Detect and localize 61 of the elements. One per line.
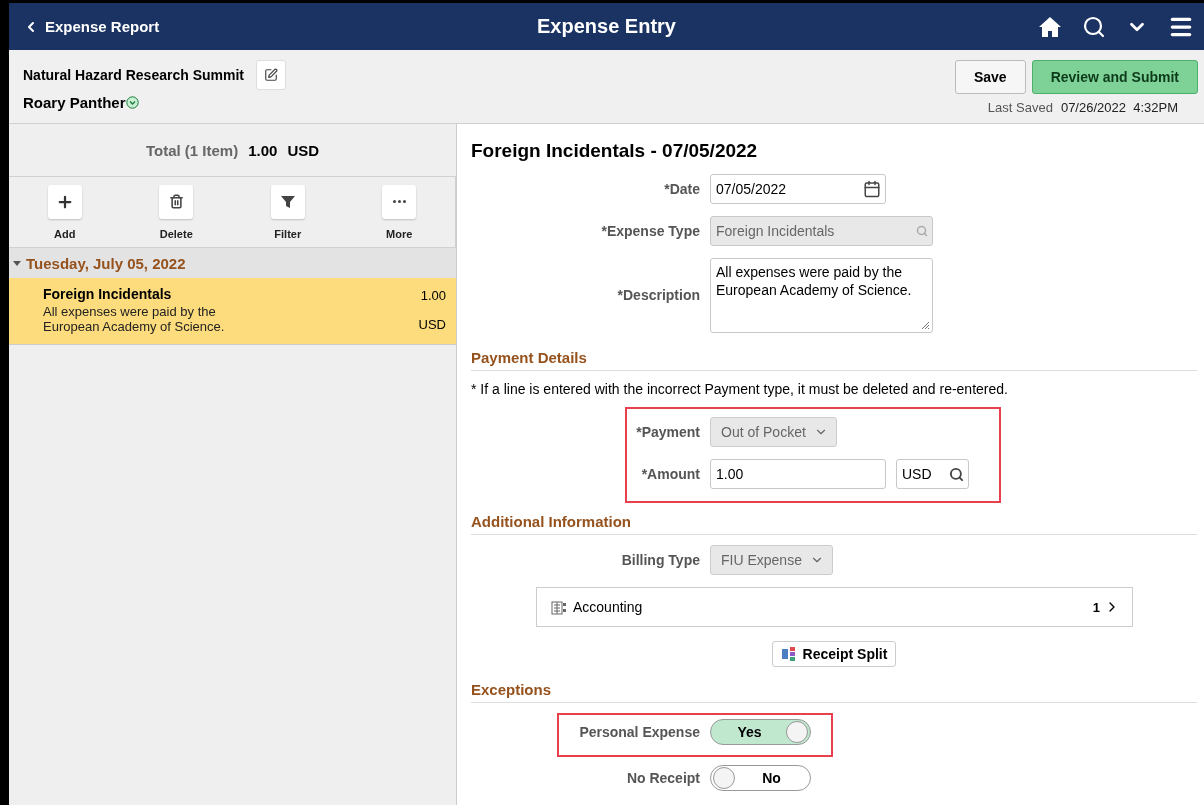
back-link[interactable]: Expense Report <box>23 18 160 35</box>
currency-field[interactable]: USD <box>896 459 969 489</box>
detail-title: Foreign Incidentals - 07/05/2022 <box>471 140 759 162</box>
section-heading: Payment Details <box>471 349 1197 371</box>
toolbar-button[interactable] <box>159 184 194 219</box>
home-icon[interactable] <box>1038 14 1062 39</box>
search-icon[interactable] <box>949 466 964 482</box>
section-heading: Additional Information <box>471 513 1197 535</box>
dropdown[interactable]: Out of Pocket <box>710 417 837 447</box>
split-icon <box>780 646 797 663</box>
payment-note: * If a line is entered with the incorrect Payment type, it must be deleted and re-entered. <box>471 381 1009 397</box>
description-field[interactable]: All expenses were paid by the European Academy of Science. <box>710 258 933 333</box>
toggle-switch[interactable]: No <box>710 765 811 791</box>
field-label: *Description <box>616 286 700 305</box>
date-group-header[interactable]: Tuesday, July 05, 2022 <box>9 248 456 278</box>
save-button[interactable]: Save <box>954 60 1026 94</box>
owner-name: Roary Panther <box>23 94 126 111</box>
page-title: Expense Entry <box>537 15 676 38</box>
item-title: Foreign Incidentals <box>43 286 173 302</box>
ledger-icon <box>551 599 567 616</box>
item-description: All expenses were paid by the European Academy of Science. <box>43 304 226 334</box>
toolbar-label: Delete <box>159 227 193 240</box>
accounting-link[interactable]: Accounting 1 <box>536 587 1133 628</box>
item-currency: USD <box>418 317 446 332</box>
date-field[interactable]: 07/05/2022 <box>710 174 886 204</box>
calendar-icon[interactable] <box>863 180 881 198</box>
total-currency: USD <box>287 141 320 159</box>
last-saved-label: Last Saved <box>987 100 1053 115</box>
field-label: *Expense Type <box>600 222 700 241</box>
expense-item[interactable]: Foreign Incidentals All expenses were paid by the European Academy of Science. 1.00 USD <box>9 278 456 345</box>
item-amount: 1.00 <box>420 288 446 303</box>
funnel-icon <box>279 193 296 210</box>
toolbar-label: More <box>386 227 413 240</box>
toolbar-button[interactable] <box>47 184 82 219</box>
group-date: Tuesday, July 05, 2022 <box>26 254 186 272</box>
receipt-split-button[interactable]: Receipt Split <box>771 641 897 667</box>
field-label: *Payment <box>635 423 700 442</box>
edit-icon <box>263 68 278 82</box>
chevron-circle-icon[interactable] <box>125 96 139 109</box>
trash-icon <box>168 194 184 209</box>
field-label: Billing Type <box>620 551 700 570</box>
amount-field[interactable]: 1.00 <box>710 459 886 489</box>
more-icon <box>392 200 406 203</box>
submit-button[interactable]: Review and Submit <box>1031 60 1198 94</box>
field-label: *Date <box>663 180 700 199</box>
dropdown[interactable]: FIU Expense <box>710 545 833 575</box>
section-heading: Exceptions <box>471 681 1197 703</box>
toggle-switch[interactable]: Yes <box>710 719 811 745</box>
toolbar-button[interactable] <box>270 184 305 219</box>
report-name: Natural Hazard Research Summit <box>23 67 244 83</box>
field-label: No Receipt <box>625 769 700 788</box>
total-amount: 1.00 <box>248 141 278 159</box>
toolbar-label: Filter <box>274 227 302 240</box>
total-label: Total (1 Item) <box>145 141 239 159</box>
field-label: *Amount <box>640 465 700 484</box>
toolbar-label: Add <box>54 227 76 240</box>
last-saved-time: 07/26/2022 4:32PM <box>1060 100 1178 115</box>
resize-grip-icon <box>921 321 930 330</box>
search-icon[interactable] <box>1082 14 1106 39</box>
edit-button[interactable] <box>255 60 286 90</box>
field-label: Personal Expense <box>578 723 700 742</box>
